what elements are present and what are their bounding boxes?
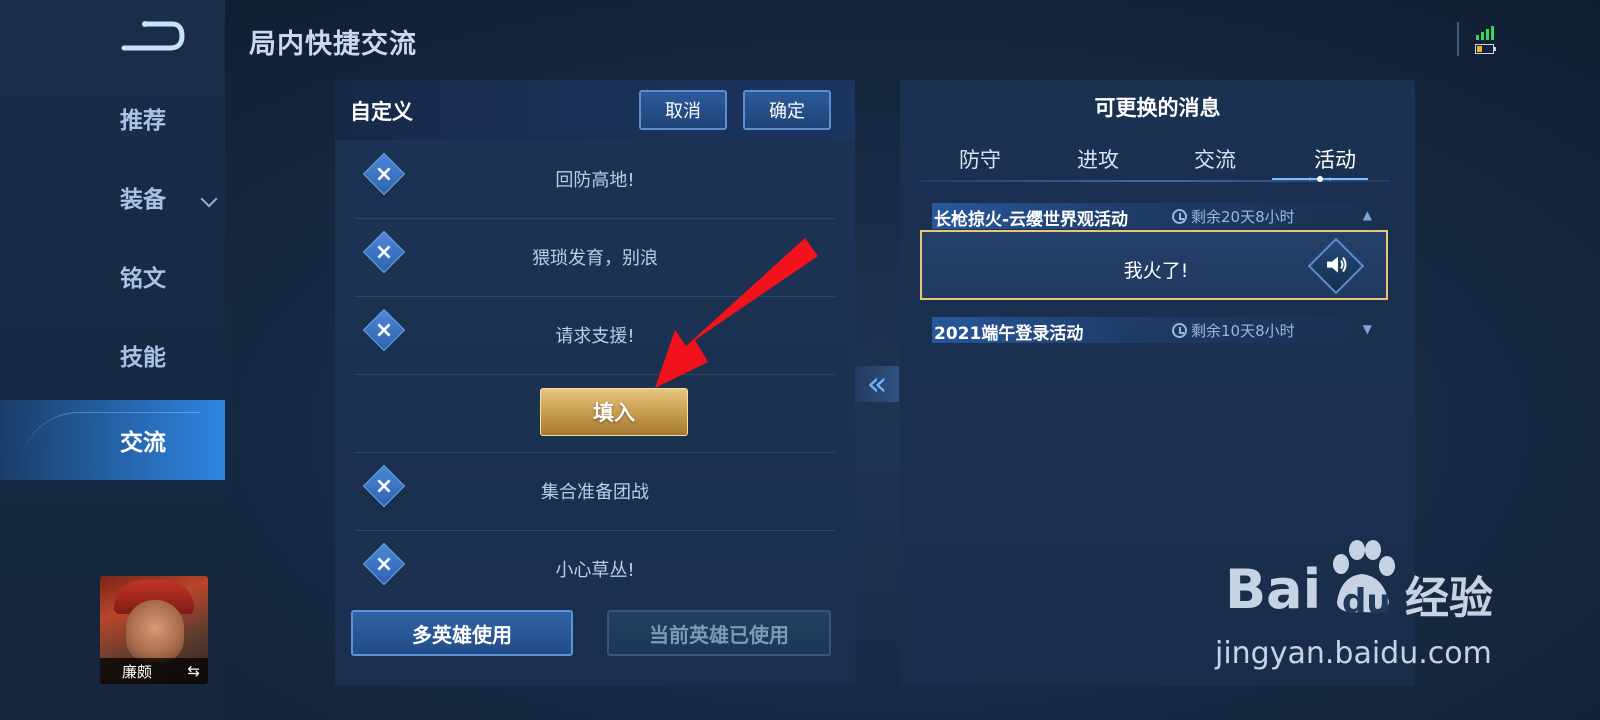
list-item[interactable]: × 猥琐发育，别浪 <box>355 218 835 297</box>
sidebar-item-label: 技能 <box>120 345 166 371</box>
multi-hero-button[interactable]: 多英雄使用 <box>351 610 573 656</box>
hero-name-bar: 廉颇 ⇆ <box>100 658 208 684</box>
sidebar-item-recommend[interactable]: 推荐 <box>0 78 225 158</box>
watermark-url: jingyan.baidu.com <box>1215 636 1492 671</box>
custom-messages-panel: 自定义 取消 确定 × 回防高地! × 猥琐发育，别浪 × 请求支援! 填入 ×… <box>335 80 855 686</box>
sidebar-item-communication[interactable]: 交流 <box>0 400 225 480</box>
tab-event[interactable]: 活动 <box>1285 144 1385 174</box>
message-text: 请求支援! <box>555 326 635 347</box>
collapse-arrows-icon[interactable]: « <box>855 364 899 404</box>
message-text: 回防高地! <box>555 170 635 191</box>
watermark-du: du <box>1342 582 1391 622</box>
panel-title: 自定义 <box>350 100 413 124</box>
watermark-product: 经验 <box>1405 573 1493 624</box>
speaker-icon[interactable] <box>1307 237 1365 295</box>
sidebar-item-label: 交流 <box>120 430 166 456</box>
chevron-down-icon <box>200 190 218 208</box>
tab-communication[interactable]: 交流 <box>1165 144 1265 174</box>
clock-icon <box>1172 323 1187 338</box>
swap-icon: ⇆ <box>187 662 200 680</box>
time-remaining: 剩余20天8小时 <box>1191 208 1295 226</box>
list-item[interactable]: × 回防高地! <box>355 140 835 219</box>
panel-header: 自定义 取消 确定 <box>335 80 855 140</box>
watermark-brand: Bai <box>1225 558 1322 621</box>
current-hero-button[interactable]: 当前英雄已使用 <box>607 610 831 656</box>
panel-title: 可更换的消息 <box>1094 96 1221 120</box>
divider <box>1457 22 1459 56</box>
page-title: 局内快捷交流 <box>249 29 417 60</box>
signal-icon <box>1476 26 1494 40</box>
list-item[interactable]: × 集合准备团战 <box>355 452 835 531</box>
sidebar: 推荐 装备 铭文 技能 交流 廉颇 ⇆ <box>0 0 225 720</box>
message-text: 集合准备团战 <box>541 482 649 503</box>
cancel-button[interactable]: 取消 <box>639 90 727 130</box>
section-name: 2021端午登录活动 <box>934 324 1084 344</box>
message-option[interactable]: 我火了! <box>920 230 1388 300</box>
clock-icon <box>1172 209 1187 224</box>
hero-switch-card[interactable]: 廉颇 ⇆ <box>100 576 208 684</box>
confirm-button[interactable]: 确定 <box>743 90 831 130</box>
sidebar-item-label: 装备 <box>120 187 166 213</box>
fill-in-button[interactable]: 填入 <box>540 388 688 436</box>
chevron-up-icon: ▲ <box>1362 208 1372 222</box>
sidebar-item-label: 铭文 <box>120 266 166 292</box>
message-text: 小心草丛! <box>555 560 635 581</box>
sidebar-item-inscription[interactable]: 铭文 <box>0 236 225 316</box>
tab-attack[interactable]: 进攻 <box>1048 144 1148 174</box>
sidebar-item-skills[interactable]: 技能 <box>0 315 225 395</box>
sidebar-item-equipment[interactable]: 装备 <box>0 157 225 237</box>
active-tab-indicator <box>1272 176 1368 182</box>
section-time: 剩余10天8小时 <box>1172 320 1295 341</box>
section-time: 剩余20天8小时 <box>1172 206 1295 227</box>
baidu-watermark: Bai du 经验 jingyan.baidu.com <box>1215 540 1525 688</box>
list-item[interactable]: × 请求支援! <box>355 296 835 375</box>
time-remaining: 剩余10天8小时 <box>1191 322 1295 340</box>
chevron-down-icon: ▼ <box>1362 322 1372 336</box>
message-text: 猥琐发育，别浪 <box>532 248 658 269</box>
back-arrow-icon[interactable] <box>118 18 188 58</box>
event-section-header[interactable]: 长枪掠火-云缨世界观活动 剩余20天8小时 ▲ <box>932 203 1382 230</box>
battery-icon <box>1475 44 1496 54</box>
tab-defense[interactable]: 防守 <box>930 144 1030 174</box>
hero-name: 廉颇 <box>122 662 153 681</box>
event-section-header[interactable]: 2021端午登录活动 剩余10天8小时 ▼ <box>932 317 1382 344</box>
empty-slot: 填入 <box>355 374 835 453</box>
section-name: 长枪掠火-云缨世界观活动 <box>934 210 1129 230</box>
list-item[interactable]: × 小心草丛! <box>355 530 835 608</box>
sidebar-item-label: 推荐 <box>120 108 166 134</box>
hero-portrait <box>126 600 184 662</box>
